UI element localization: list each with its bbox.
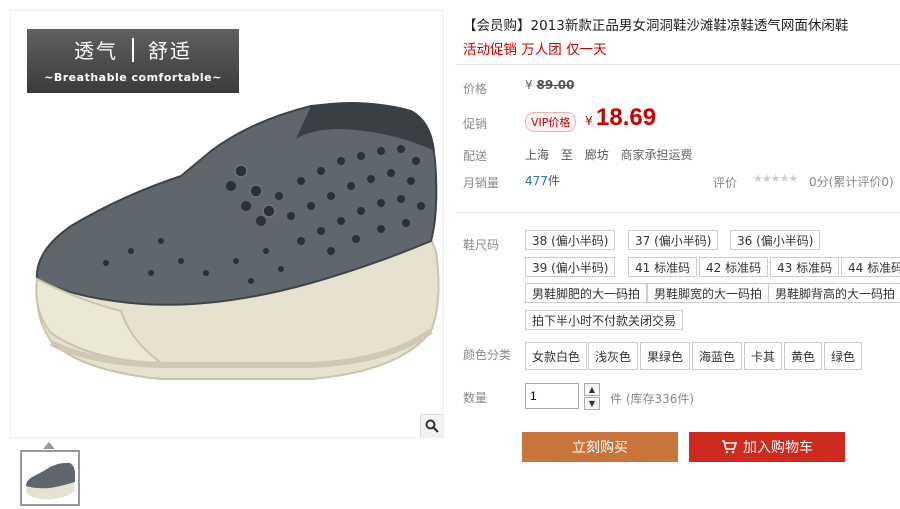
size-option[interactable]: 39 (偏小半码): [525, 257, 616, 277]
color-option[interactable]: 女款白色: [525, 342, 588, 370]
price-label: 价格: [463, 82, 488, 96]
ship-note: 商家承担运费: [620, 148, 693, 162]
chevron-up-icon: ▲: [588, 385, 596, 394]
shipping-info[interactable]: 上海 至 廊坊 商家承担运费: [525, 146, 701, 163]
main-product-image[interactable]: 透气 舒适 ~Breathable comfortable~: [10, 10, 444, 438]
rating-score[interactable]: 0分(累计评价0): [809, 173, 894, 190]
color-option[interactable]: 绿色: [824, 342, 863, 370]
thumbnail-pointer: [43, 442, 55, 449]
size-option[interactable]: 36 (偏小半码): [730, 230, 821, 250]
vip-label: 促销: [463, 117, 488, 131]
rating-label: 评价: [713, 176, 738, 190]
shoe-thumbnail: [25, 462, 75, 500]
buy-now-button[interactable]: 立刻购买: [522, 432, 678, 462]
magnifier-icon: [425, 419, 439, 433]
vip-price: 18.69: [596, 104, 657, 131]
ship-from: 上海: [525, 148, 550, 162]
sold-label: 月销量: [463, 176, 500, 190]
chevron-down-icon: ▼: [588, 399, 596, 408]
shoe-illustration: [35, 102, 440, 380]
star-rating: ★★★★★: [753, 172, 798, 185]
color-option[interactable]: 卡其: [744, 342, 783, 370]
quantity-label: 数量: [463, 391, 488, 405]
ship-label: 配送: [463, 149, 488, 163]
add-to-cart-label: 加入购物车: [743, 440, 813, 456]
quantity-input[interactable]: [525, 383, 579, 409]
size-option[interactable]: 44 标准码: [841, 257, 900, 277]
ship-to: 廊坊: [584, 148, 609, 162]
divider: [455, 64, 900, 65]
size-option[interactable]: 男鞋脚背高的大一码拍: [768, 283, 900, 303]
size-option[interactable]: 38 (偏小半码): [525, 230, 616, 250]
color-option[interactable]: 浅灰色: [588, 342, 639, 370]
original-price: ¥ 89.00: [525, 78, 575, 92]
size-option[interactable]: 男鞋脚宽的大一码拍: [647, 283, 770, 303]
size-label: 鞋尺码: [463, 238, 500, 252]
size-option[interactable]: 37 (偏小半码): [628, 230, 719, 250]
thumbnail-image[interactable]: [20, 450, 80, 506]
size-option[interactable]: 42 标准码: [699, 257, 769, 277]
divider: [455, 212, 900, 213]
size-option[interactable]: 男鞋脚肥的大一码拍: [525, 283, 648, 303]
product-info: 【会员购】2013新款正品男女洞洞鞋沙滩鞋凉鞋透气网面休闲鞋 活动促销 万人团 …: [455, 0, 900, 509]
vip-currency: ¥: [585, 114, 593, 128]
gallery: 透气 舒适 ~Breathable comfortable~: [0, 0, 445, 509]
stock-text: 件 (库存336件): [610, 392, 695, 406]
size-option[interactable]: 41 标准码: [628, 257, 698, 277]
cart-icon: [722, 440, 737, 454]
zoom-button[interactable]: [420, 414, 443, 437]
quantity-increment-button[interactable]: ▲: [584, 383, 600, 396]
quantity-decrement-button[interactable]: ▼: [584, 397, 600, 410]
color-option[interactable]: 黄色: [784, 342, 823, 370]
product-title: 【会员购】2013新款正品男女洞洞鞋沙滩鞋凉鞋透气网面休闲鞋: [463, 18, 849, 34]
color-option[interactable]: 果绿色: [640, 342, 691, 370]
vip-badge: VIP价格: [525, 112, 577, 132]
color-label: 颜色分类: [463, 348, 512, 362]
ship-to-word: 至: [560, 148, 573, 162]
size-option[interactable]: 43 标准码: [770, 257, 840, 277]
color-option[interactable]: 海蓝色: [692, 342, 743, 370]
sold-count: 477件: [525, 174, 560, 188]
size-option[interactable]: 拍下半小时不付款关闭交易: [525, 310, 684, 330]
add-to-cart-button[interactable]: 加入购物车: [689, 432, 845, 462]
promo-text: 活动促销 万人团 仅一天: [463, 42, 607, 58]
